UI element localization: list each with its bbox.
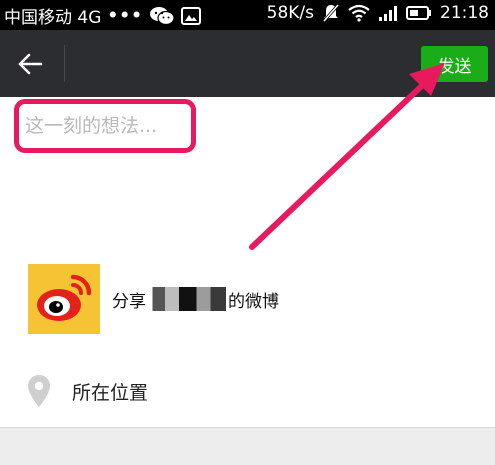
location-pin-icon <box>24 373 54 409</box>
gallery-icon <box>181 6 202 25</box>
battery-icon <box>406 5 432 21</box>
status-left: 中国移动 4G ••• <box>4 3 202 28</box>
mute-icon <box>322 3 340 23</box>
location-row[interactable]: 所在位置 <box>24 373 148 409</box>
clock: 21:18 <box>440 3 489 23</box>
redacted-username <box>148 287 226 311</box>
shared-weibo-card[interactable]: 分享 的微博 <box>28 264 279 334</box>
back-arrow-icon <box>18 53 43 75</box>
network-speed: 58K/s <box>266 3 314 23</box>
weibo-icon <box>28 264 100 334</box>
wifi-icon <box>348 4 370 22</box>
more-dots: ••• <box>107 5 144 26</box>
back-button[interactable] <box>14 48 46 80</box>
status-right: 58K/s 21:18 <box>267 3 489 23</box>
carrier-label: 中国移动 4G <box>4 8 102 28</box>
signal-icon <box>378 4 398 22</box>
action-bar: 发送 <box>0 30 495 97</box>
toolbar-divider <box>64 45 65 82</box>
status-bar: 中国移动 4G ••• 58K/s 21:18 <box>0 0 495 30</box>
send-button[interactable]: 发送 <box>421 46 488 82</box>
share-prefix: 分享 <box>112 291 146 312</box>
share-text: 分享 的微博 <box>112 287 279 312</box>
location-label: 所在位置 <box>72 381 149 404</box>
bottom-panel <box>0 427 495 465</box>
share-suffix: 的微博 <box>228 291 279 312</box>
moment-composer: 分享 的微博 所在位置 <box>0 97 495 427</box>
wechat-icon <box>149 6 175 26</box>
thought-input[interactable] <box>14 99 196 153</box>
